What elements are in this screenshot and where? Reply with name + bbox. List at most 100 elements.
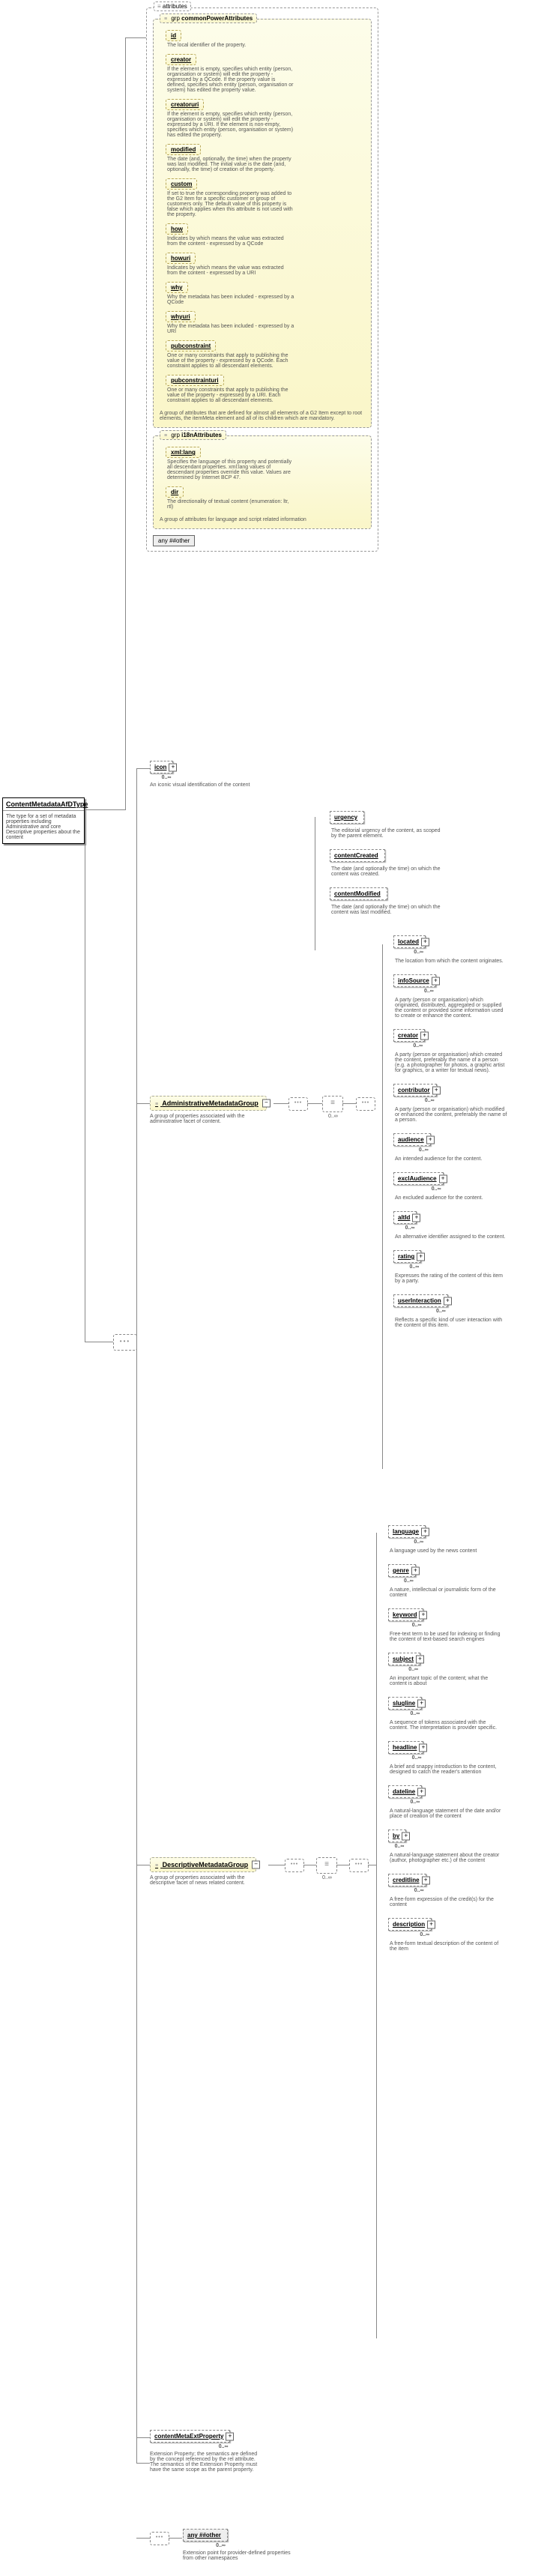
element-audience: audience+0..∞ bbox=[393, 1133, 431, 1146]
child-element: rating+0..∞Expresses the rating of the c… bbox=[393, 1250, 543, 1284]
element-desc: The date (and optionally the time) on wh… bbox=[331, 905, 444, 915]
expand-icon[interactable]: + bbox=[419, 1611, 427, 1619]
choice-marker bbox=[322, 1096, 343, 1112]
occurrence: 0..∞ bbox=[412, 1755, 422, 1761]
group-footer: A group of attributes that are defined f… bbox=[158, 409, 366, 423]
sequence-marker bbox=[285, 1859, 304, 1872]
expand-icon[interactable]: + bbox=[421, 1527, 429, 1536]
element-name: userInteraction bbox=[398, 1297, 441, 1304]
child-element: dateline+0..∞A natural-language statemen… bbox=[388, 1785, 538, 1819]
element-name: rating bbox=[398, 1253, 414, 1260]
element-description: description+0..∞ bbox=[388, 1918, 432, 1931]
element-desc: The editorial urgency of the content, as… bbox=[331, 828, 444, 839]
list-icon: ≡ bbox=[157, 3, 163, 10]
connector bbox=[136, 2437, 150, 2438]
element-desc: A natural-language statement about the c… bbox=[390, 1853, 502, 1863]
attribute-name: pubconstraint bbox=[166, 340, 216, 352]
sequence-marker bbox=[150, 2532, 169, 2545]
attribute-name: how bbox=[166, 223, 188, 235]
ext-other-node: any ##other 0..∞ Extension point for pro… bbox=[183, 2529, 295, 2561]
attribute-item: customIf set to true the corresponding p… bbox=[166, 178, 366, 217]
element-ext-property: contentMetaExtProperty + 0..∞ bbox=[150, 2430, 230, 2443]
element-icon: icon + 0..∞ bbox=[150, 761, 173, 773]
expand-icon[interactable]: + bbox=[427, 1920, 435, 1928]
element-desc: A party (person or organisation) which c… bbox=[395, 1052, 507, 1073]
element-userInteraction: userInteraction+0..∞ bbox=[393, 1294, 448, 1307]
group-name: AdministrativeMetadataGroup bbox=[162, 1100, 259, 1107]
group-footer: A group of attributes for language and s… bbox=[158, 516, 366, 524]
group-icon: ≡ bbox=[155, 1102, 158, 1107]
child-element: creator+0..∞ A party (person or organisat… bbox=[393, 1029, 543, 1073]
occurrence: 0..∞ bbox=[404, 1578, 414, 1584]
expand-icon[interactable]: + bbox=[421, 938, 429, 946]
attribute-desc: One or many constraints that apply to pu… bbox=[167, 353, 294, 369]
desc-group-node: ≡ DescriptiveMetadataGroup − A group of … bbox=[150, 1857, 262, 1886]
element-desc: The date (and optionally the time) on wh… bbox=[331, 866, 444, 877]
element-exclAudience: exclAudience+0..∞ bbox=[393, 1172, 444, 1185]
element-name: urgency bbox=[334, 814, 357, 821]
connector bbox=[376, 1533, 377, 2338]
expand-icon[interactable]: + bbox=[417, 1788, 426, 1796]
expand-icon[interactable]: + bbox=[420, 1031, 429, 1040]
expand-icon[interactable]: + bbox=[417, 1252, 425, 1261]
occurrence: 0..∞ bbox=[216, 2543, 226, 2548]
expand-icon[interactable]: + bbox=[419, 1743, 427, 1752]
child-element: subject+0..∞An important topic of the co… bbox=[388, 1653, 538, 1686]
expand-icon[interactable]: + bbox=[402, 1832, 410, 1840]
attribute-name: creatoruri bbox=[166, 99, 204, 110]
connector bbox=[125, 37, 126, 810]
attribute-name: modified bbox=[166, 144, 201, 155]
attribute-item: creatoruriIf the element is empty, speci… bbox=[166, 99, 366, 138]
occurrence: 0..∞ bbox=[420, 1932, 429, 1937]
expand-icon[interactable]: + bbox=[411, 1566, 420, 1575]
element-name: headline bbox=[393, 1744, 417, 1751]
element-desc: An excluded audience for the content. bbox=[395, 1195, 507, 1201]
connector bbox=[382, 944, 383, 1469]
expand-icon[interactable]: + bbox=[226, 2432, 234, 2440]
expand-icon[interactable]: + bbox=[422, 1876, 430, 1884]
sequence-marker bbox=[356, 1097, 375, 1111]
element-creditline: creditline+0..∞ bbox=[388, 1874, 426, 1886]
connector bbox=[125, 37, 146, 38]
element-creator: creator+0..∞ bbox=[393, 1029, 425, 1042]
element-name: exclAudience bbox=[398, 1175, 437, 1182]
occurrence: 0..∞ bbox=[414, 1539, 423, 1545]
expand-icon[interactable]: + bbox=[439, 1174, 447, 1183]
attribute-item: pubconstraintOne or many constraints tha… bbox=[166, 340, 366, 369]
attribute-item: whyuriWhy the metadata has been included… bbox=[166, 311, 366, 334]
connector bbox=[136, 768, 137, 2464]
child-element: audience+0..∞An intended audience for th… bbox=[393, 1133, 543, 1162]
admin-metadata-group: ≡ AdministrativeMetadataGroup − bbox=[150, 1096, 267, 1111]
element-desc: The location from which the content orig… bbox=[395, 959, 507, 964]
occurrence: 0..∞ bbox=[410, 1800, 420, 1805]
element-desc: A free-form expression of the credit(s) … bbox=[390, 1897, 502, 1907]
root-type-desc: The type for a set of metadata propertie… bbox=[3, 811, 84, 843]
expand-icon[interactable]: + bbox=[432, 977, 440, 985]
expand-icon[interactable]: + bbox=[417, 1699, 426, 1707]
element-name: keyword bbox=[393, 1611, 417, 1618]
element-name: contentCreated bbox=[334, 852, 378, 859]
group-header: ≡ grp i18nAttributes bbox=[160, 430, 226, 440]
expand-icon[interactable]: + bbox=[169, 763, 177, 771]
expand-icon[interactable]: + bbox=[444, 1297, 452, 1305]
element-desc: A party (person or organisation) which o… bbox=[395, 998, 507, 1019]
element-name: altId bbox=[398, 1214, 410, 1221]
expand-icon[interactable]: + bbox=[416, 1655, 424, 1663]
attribute-desc: One or many constraints that apply to pu… bbox=[167, 387, 294, 403]
collapse-icon[interactable]: − bbox=[262, 1100, 271, 1108]
sequence-marker bbox=[349, 1859, 369, 1872]
expand-icon[interactable]: + bbox=[426, 1135, 435, 1144]
connector bbox=[85, 809, 126, 810]
collapse-icon[interactable]: − bbox=[252, 1861, 260, 1869]
occurrence: 0..∞ bbox=[162, 775, 172, 780]
expand-icon[interactable]: + bbox=[432, 1086, 441, 1094]
attribute-item: howuriIndicates by which means the value… bbox=[166, 253, 366, 276]
expand-icon[interactable]: + bbox=[412, 1213, 420, 1222]
attribute-desc: If set to true the corresponding propert… bbox=[167, 191, 294, 217]
connector bbox=[342, 1103, 356, 1104]
group-name: DescriptiveMetadataGroup bbox=[163, 1861, 249, 1868]
attribute-item: whyWhy the metadata has been included - … bbox=[166, 282, 366, 305]
attribute-desc: Why the metadata has been included - exp… bbox=[167, 324, 294, 334]
attributes-label: attributes bbox=[163, 3, 187, 10]
child-element: description+0..∞A free-form textual desc… bbox=[388, 1918, 538, 1952]
